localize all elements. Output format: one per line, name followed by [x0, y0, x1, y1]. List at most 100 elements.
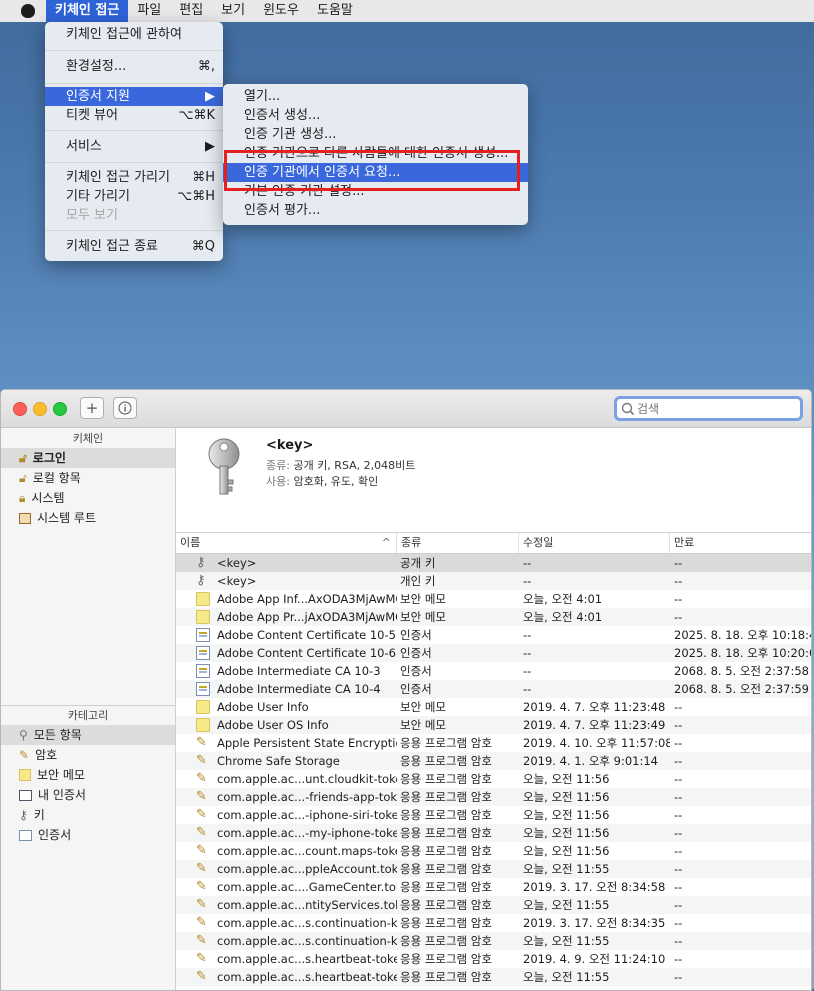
menu-bar: 키체인 접근 파일 편집 보기 윈도우 도움말: [0, 0, 814, 22]
cell-kind: 응용 프로그램 암호: [400, 862, 492, 876]
info-button[interactable]: [113, 397, 137, 419]
apple-menu-icon[interactable]: [18, 0, 38, 22]
table-row[interactable]: ✎ com.apple.ac...s.continuation-key 응용 프로그…: [176, 914, 811, 932]
table-row[interactable]: ✎ com.apple.ac...unt.cloudkit-token 응용 프로그…: [176, 770, 811, 788]
close-button[interactable]: [13, 402, 27, 416]
menubar-item-file[interactable]: 파일: [128, 0, 170, 22]
table-row[interactable]: Adobe Intermediate CA 10-4 인증서 -- 2068. 8. …: [176, 680, 811, 698]
column-header-modified[interactable]: 수정일: [519, 533, 670, 553]
pen-icon: ✎: [196, 879, 207, 894]
cell-modified: --: [523, 574, 532, 588]
cell-kind: 응용 프로그램 암호: [400, 916, 492, 930]
cell-kind: 인증서: [400, 664, 432, 678]
table-row[interactable]: ✎ com.apple.ac...ppleAccount.token 응용 프로그램…: [176, 860, 811, 878]
sidebar-item-all-items[interactable]: ⚲ 모든 항목: [1, 725, 175, 745]
cell-expires: --: [674, 736, 683, 750]
menubar-item-view[interactable]: 보기: [212, 0, 254, 22]
menu-item-services[interactable]: 서비스 ▶: [45, 137, 223, 156]
menu-item-hide-keychain-access[interactable]: 키체인 접근 가리기 ⌘H: [45, 168, 223, 187]
table-row[interactable]: ✎ com.apple.ac...-my-iphone-token 응용 프로그램 …: [176, 824, 811, 842]
pen-icon: ✎: [196, 753, 207, 768]
sidebar-item-label: 암호: [35, 748, 58, 762]
sidebar-item-keys[interactable]: ⚷ 키: [1, 805, 175, 825]
search-field[interactable]: [614, 396, 803, 421]
zoom-button[interactable]: [53, 402, 67, 416]
menu-item-hide-others[interactable]: 기타 가리기 ⌥⌘H: [45, 187, 223, 206]
table-row[interactable]: Adobe Content Certificate 10-6 인증서 -- 2025.…: [176, 644, 811, 662]
cell-modified: --: [523, 556, 532, 570]
keychain-window: + 키체인 🔓︎ 로그인 🔓︎ 로컬 항목 🔒︎ 시스템 시스템 루트 카테고리 ⚲ 모…: [0, 389, 812, 991]
menubar-item-edit[interactable]: 편집: [170, 0, 212, 22]
sidebar-item-secure-notes[interactable]: 보안 메모: [1, 765, 175, 785]
cell-expires: 2068. 8. 5. 오전 2:37:58: [674, 664, 809, 678]
table-row[interactable]: Adobe App Inf...AxODA3MjAwMQ) 보안 메모 오늘, 오전…: [176, 590, 811, 608]
table-row[interactable]: Adobe User OS Info 보안 메모 2019. 4. 7. 오후 11…: [176, 716, 811, 734]
submenu-item-evaluate-certificate[interactable]: 인증서 평가...: [223, 201, 528, 220]
table-row[interactable]: ✎ com.apple.ac...s.heartbeat-token 응용 프로그램…: [176, 968, 811, 986]
table-row[interactable]: ✎ com.apple.ac...s.heartbeat-token 응용 프로그램…: [176, 950, 811, 968]
table-row[interactable]: ✎ com.apple.ac...-iphone-siri-token 응용 프로그…: [176, 806, 811, 824]
column-header-kind[interactable]: 종류: [397, 533, 519, 553]
cell-modified: 오늘, 오전 4:01: [523, 592, 603, 606]
lock-open-icon: 🔓︎: [19, 471, 27, 485]
menu-item-certificate-assistant[interactable]: 인증서 지원 ▶: [45, 87, 223, 106]
submenu-item-create-certificate[interactable]: 인증서 생성...: [223, 106, 528, 125]
table-row[interactable]: Adobe App Pr...jAxODA3MjAwMQ) 보안 메모 오늘, 오전…: [176, 608, 811, 626]
menubar-item-keychain-access[interactable]: 키체인 접근: [46, 0, 129, 22]
submenu-item-create-ca[interactable]: 인증 기관 생성...: [223, 125, 528, 144]
cell-name: com.apple.ac...s.continuation-key: [217, 934, 397, 948]
cell-expires: --: [674, 880, 683, 894]
table-row[interactable]: ✎ com.apple.ac...count.maps-token 응용 프로그램 …: [176, 842, 811, 860]
cell-name: com.apple.ac...count.maps-token: [217, 844, 397, 858]
sidebar-item-label: 보안 메모: [37, 768, 85, 782]
menubar-item-help[interactable]: 도움말: [308, 0, 362, 22]
table-row[interactable]: ✎ com.apple.ac...ntityServices.token 응용 프로…: [176, 896, 811, 914]
sidebar-item-local-items[interactable]: 🔓︎ 로컬 항목: [1, 468, 175, 488]
table-row[interactable]: ✎ com.apple.ac...-friends-app-token 응용 프로그…: [176, 788, 811, 806]
cell-name: <key>: [217, 556, 257, 570]
sidebar-item-label: 시스템: [31, 491, 65, 505]
sidebar-item-passwords[interactable]: ✎ 암호: [1, 745, 175, 765]
cell-kind: 개인 키: [400, 574, 436, 588]
menu-item-quit[interactable]: 키체인 접근 종료 ⌘Q: [45, 237, 223, 256]
search-icon: [621, 402, 635, 415]
menubar-item-window[interactable]: 윈도우: [254, 0, 308, 22]
search-input[interactable]: [635, 400, 789, 417]
table-row[interactable]: ⚷ <key> 공개 키 -- --: [176, 554, 811, 572]
sidebar-item-system-roots[interactable]: 시스템 루트: [1, 508, 175, 528]
column-header-expires[interactable]: 만료: [670, 533, 811, 553]
cell-kind: 응용 프로그램 암호: [400, 880, 492, 894]
table-row[interactable]: Adobe User Info 보안 메모 2019. 4. 7. 오후 11:23…: [176, 698, 811, 716]
add-button[interactable]: +: [80, 397, 104, 419]
table-row[interactable]: ✎ Chrome Safe Storage 응용 프로그램 암호 2019. 4. 1…: [176, 752, 811, 770]
table-row[interactable]: ✎ com.apple.ac...s.continuation-key 응용 프로그…: [176, 932, 811, 950]
sidebar-item-system[interactable]: 🔒︎ 시스템: [1, 488, 175, 508]
note-icon: [19, 769, 31, 781]
column-header-name[interactable]: 이름 ^: [176, 533, 397, 553]
cell-expires: --: [674, 790, 683, 804]
submenu-item-open[interactable]: 열기...: [223, 87, 528, 106]
menu-item-preferences[interactable]: 환경설정... ⌘,: [45, 57, 223, 76]
table-row[interactable]: ✎ Apple Persistent State Encryption 응용 프로그…: [176, 734, 811, 752]
sidebar-item-my-certificates[interactable]: 내 인증서: [1, 785, 175, 805]
menu-separator: [45, 162, 223, 163]
menu-item-shortcut: ⌥⌘H: [177, 189, 215, 204]
item-name: <key>: [266, 438, 314, 453]
cell-kind: 응용 프로그램 암호: [400, 808, 492, 822]
sidebar-item-label: 로컬 항목: [32, 471, 81, 485]
certificate-icon: [196, 682, 210, 696]
menu-item-ticket-viewer[interactable]: 티켓 뷰어 ⌥⌘K: [45, 106, 223, 125]
minimize-button[interactable]: [33, 402, 47, 416]
table-row[interactable]: Adobe Content Certificate 10-5 인증서 -- 2025.…: [176, 626, 811, 644]
cell-expires: --: [674, 898, 683, 912]
table-row[interactable]: Adobe Intermediate CA 10-3 인증서 -- 2068. 8. …: [176, 662, 811, 680]
cell-name: Adobe Intermediate CA 10-4: [217, 682, 381, 696]
menu-item-about[interactable]: 키체인 접근에 관하여: [45, 25, 223, 44]
pen-icon: ✎: [196, 843, 207, 858]
table-row[interactable]: ✎ com.apple.ac....GameCenter.token 응용 프로그램…: [176, 878, 811, 896]
table-row[interactable]: ⚷ <key> 개인 키 -- --: [176, 572, 811, 590]
sidebar-divider: [1, 705, 175, 706]
sidebar-item-login[interactable]: 🔓︎ 로그인: [1, 448, 175, 468]
cell-expires: --: [674, 700, 683, 714]
sidebar-item-certificates[interactable]: 인증서: [1, 825, 175, 845]
